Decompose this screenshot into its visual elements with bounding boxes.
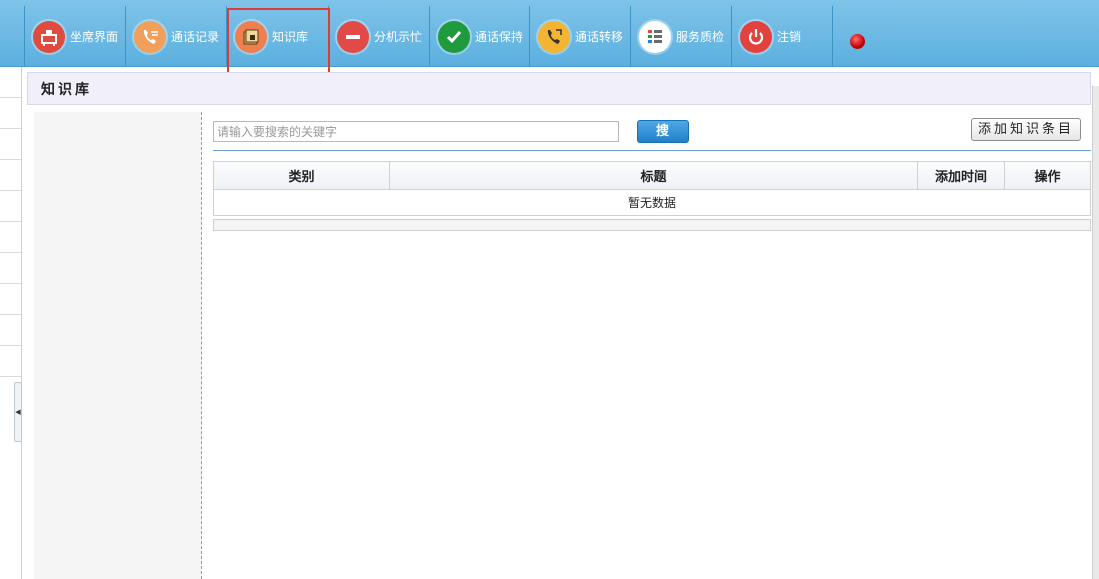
toolbar-label: 通话转移: [575, 30, 624, 44]
empty-row: 暂无数据: [627, 196, 676, 210]
column-header-added-time[interactable]: 添加时间: [918, 162, 1005, 189]
toolbar-label: 服务质检: [676, 30, 725, 44]
toolbar-button-call-transfer[interactable]: 通话转移: [530, 6, 631, 67]
toolbar-label: 注销: [777, 30, 802, 44]
knowledge-base-icon: [235, 20, 267, 53]
search-input[interactable]: [213, 121, 619, 142]
toolbar-button-call-records[interactable]: 通话记录: [126, 6, 227, 67]
add-knowledge-button[interactable]: 添加知识条目: [971, 118, 1081, 141]
phone-call-record-icon: [134, 20, 166, 53]
busy-icon: [337, 20, 369, 53]
toolbar-label: 坐席界面: [70, 30, 119, 44]
call-transfer-icon: [538, 20, 570, 53]
search-button[interactable]: 搜 索: [637, 120, 689, 160]
divider: [213, 150, 1091, 151]
toolbar-label: 分机示忙: [374, 30, 423, 44]
table-pager: [213, 219, 1091, 231]
knowledge-table: 类别 标题 添加时间 操作 暂无数据: [213, 161, 1091, 216]
sidebar-toggle-handle[interactable]: ◀: [14, 382, 22, 442]
toolbar-button-quality-check[interactable]: 服务质检: [631, 6, 732, 67]
toolbar-label: 知识库: [272, 30, 309, 44]
column-header-category[interactable]: 类别: [214, 162, 390, 189]
panel-header: 知识库: [27, 72, 1091, 105]
power-icon: [740, 20, 772, 53]
call-hold-icon: [438, 20, 470, 53]
quality-check-icon: [639, 20, 671, 53]
left-sidebar-collapsed: [0, 67, 22, 579]
scrollbar[interactable]: [1092, 86, 1099, 579]
arrow-left-icon: ◀: [15, 408, 21, 416]
top-toolbar: 坐席界面 通话记录 知识库 分机示忙 通话保持 通话转移 服务质检 注销: [0, 0, 1099, 67]
toolbar-button-agent-desk[interactable]: 坐席界面: [25, 6, 126, 67]
toolbar-label: 通话保持: [475, 30, 524, 44]
toolbar-button-busy[interactable]: 分机示忙: [329, 6, 430, 67]
status-indicator-icon: [850, 34, 865, 49]
column-header-title[interactable]: 标题: [390, 162, 918, 189]
toolbar-button-logout[interactable]: 注销: [732, 6, 833, 67]
toolbar-button-call-hold[interactable]: 通话保持: [430, 6, 530, 67]
toolbar-label: 通话记录: [171, 30, 220, 44]
category-tree-panel: [34, 112, 202, 579]
column-header-actions: 操作: [1034, 170, 1061, 185]
agent-desk-icon: [33, 20, 65, 53]
table-header: 类别 标题 添加时间 操作: [214, 162, 1090, 190]
page-title: 知识库: [41, 81, 92, 98]
toolbar-button-knowledge-base[interactable]: 知识库: [227, 6, 329, 67]
